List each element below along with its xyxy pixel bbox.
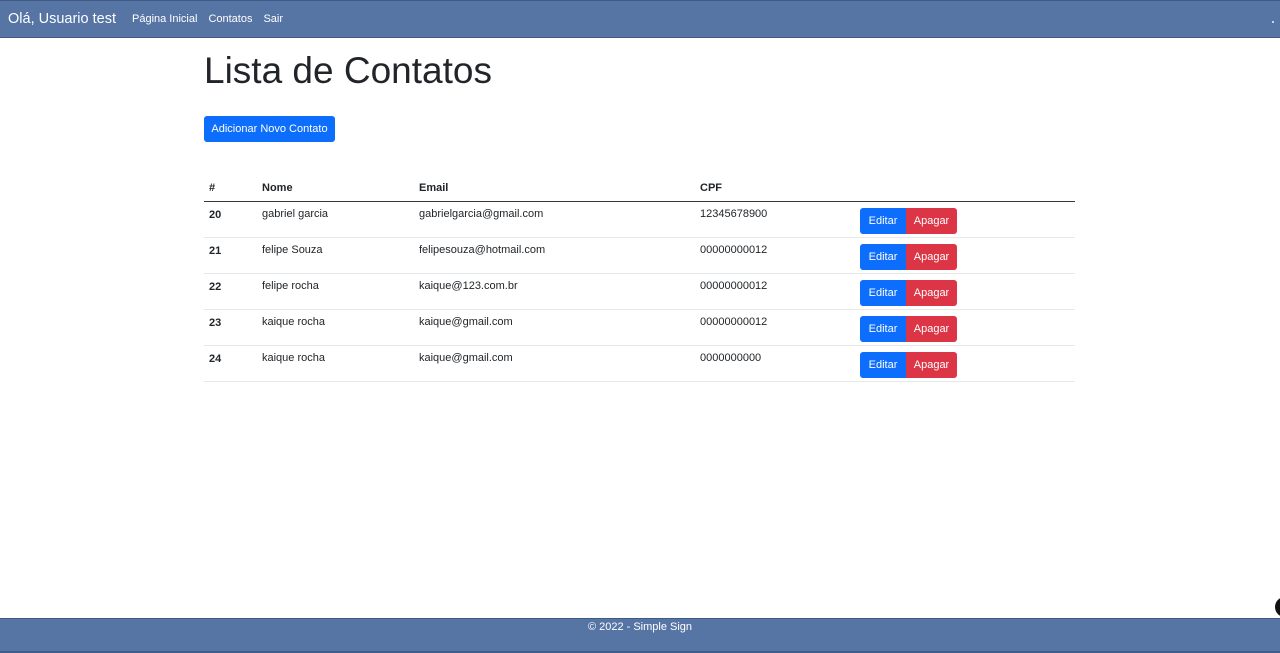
cell-name: felipe Souza	[257, 237, 414, 274]
cell-name: kaique rocha	[257, 345, 414, 382]
row-actions: Editar Apagar	[860, 208, 957, 234]
edit-button[interactable]: Editar	[860, 208, 906, 234]
cell-email: felipesouza@hotmail.com	[414, 237, 695, 274]
navbar-brand[interactable]: Olá, Usuario test	[8, 11, 116, 27]
cell-actions: Editar Apagar	[855, 201, 1075, 238]
contacts-table: # Nome Email CPF 20 gabriel garcia gabri…	[204, 174, 1075, 382]
row-actions: Editar Apagar	[860, 280, 957, 306]
cell-cpf: 00000000012	[695, 309, 855, 346]
edit-button[interactable]: Editar	[860, 280, 906, 306]
delete-button[interactable]: Apagar	[906, 280, 957, 306]
delete-button[interactable]: Apagar	[906, 244, 957, 270]
cell-name: felipe rocha	[257, 273, 414, 310]
cell-id: 21	[204, 237, 257, 274]
column-header-id: #	[204, 174, 257, 202]
nav-links: Página Inicial Contatos Sair	[132, 13, 294, 25]
table-row: 22 felipe rocha kaique@123.com.br 000000…	[204, 273, 1075, 310]
edit-button[interactable]: Editar	[860, 316, 906, 342]
delete-button[interactable]: Apagar	[906, 316, 957, 342]
row-actions: Editar Apagar	[860, 244, 957, 270]
nav-link-logout[interactable]: Sair	[263, 13, 283, 25]
cell-cpf: 00000000012	[695, 237, 855, 274]
row-actions: Editar Apagar	[860, 352, 957, 378]
column-header-actions	[855, 174, 1075, 202]
cell-actions: Editar Apagar	[855, 273, 1075, 310]
delete-button[interactable]: Apagar	[906, 208, 957, 234]
table-header-row: # Nome Email CPF	[204, 174, 1075, 202]
cell-email: gabrielgarcia@gmail.com	[414, 201, 695, 238]
cell-id: 22	[204, 273, 257, 310]
cell-id: 24	[204, 345, 257, 382]
footer: © 2022 - Simple Sign	[0, 618, 1280, 653]
delete-button[interactable]: Apagar	[906, 352, 957, 378]
cell-email: kaique@gmail.com	[414, 309, 695, 346]
cell-cpf: 00000000012	[695, 273, 855, 310]
top-navbar: Olá, Usuario test Página Inicial Contato…	[0, 0, 1280, 38]
cell-actions: Editar Apagar	[855, 345, 1075, 382]
edit-button[interactable]: Editar	[860, 352, 906, 378]
floating-widget-icon[interactable]	[1275, 597, 1280, 617]
cell-name: kaique rocha	[257, 309, 414, 346]
table-row: 21 felipe Souza felipesouza@hotmail.com …	[204, 237, 1075, 274]
cell-id: 20	[204, 201, 257, 238]
row-actions: Editar Apagar	[860, 316, 957, 342]
table-row: 23 kaique rocha kaique@gmail.com 0000000…	[204, 309, 1075, 346]
column-header-cpf: CPF	[695, 174, 855, 202]
column-header-name: Nome	[257, 174, 414, 202]
navbar-toggler-dot	[1272, 21, 1274, 23]
cell-id: 23	[204, 309, 257, 346]
edit-button[interactable]: Editar	[860, 244, 906, 270]
cell-cpf: 0000000000	[695, 345, 855, 382]
nav-link-contacts[interactable]: Contatos	[208, 13, 252, 25]
table-row: 20 gabriel garcia gabrielgarcia@gmail.co…	[204, 201, 1075, 238]
cell-actions: Editar Apagar	[855, 237, 1075, 274]
cell-name: gabriel garcia	[257, 201, 414, 238]
cell-cpf: 12345678900	[695, 201, 855, 238]
nav-link-home[interactable]: Página Inicial	[132, 13, 197, 25]
cell-email: kaique@123.com.br	[414, 273, 695, 310]
column-header-email: Email	[414, 174, 695, 202]
cell-email: kaique@gmail.com	[414, 345, 695, 382]
add-contact-button[interactable]: Adicionar Novo Contato	[204, 116, 335, 142]
page-title: Lista de Contatos	[204, 50, 492, 91]
table-row: 24 kaique rocha kaique@gmail.com 0000000…	[204, 345, 1075, 382]
cell-actions: Editar Apagar	[855, 309, 1075, 346]
footer-text: © 2022 - Simple Sign	[587, 621, 693, 633]
